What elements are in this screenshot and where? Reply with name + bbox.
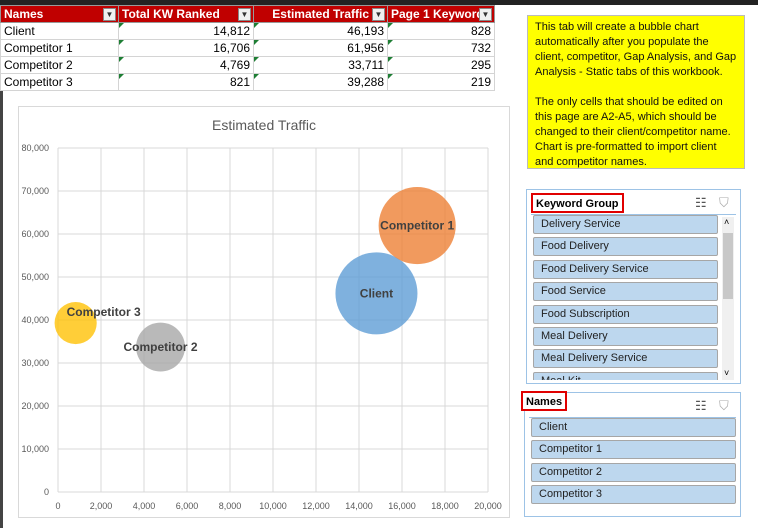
header-total-kw[interactable]: Total KW Ranked ▼ — [118, 5, 254, 23]
x-tick-label: 20,000 — [474, 501, 502, 511]
y-tick-label: 0 — [44, 487, 49, 497]
x-tick-label: 2,000 — [90, 501, 113, 511]
header-names[interactable]: Names ▼ — [0, 5, 119, 23]
x-tick-label: 6,000 — [176, 501, 199, 511]
cell[interactable]: 4,769 — [118, 56, 254, 74]
cell[interactable]: 828 — [387, 22, 495, 40]
bubble-label: Client — [360, 286, 393, 300]
slicer-item[interactable]: Meal Delivery — [533, 327, 718, 346]
slicer-item[interactable]: Food Delivery Service — [533, 259, 718, 279]
cell[interactable]: 295 — [387, 56, 495, 74]
x-tick-label: 16,000 — [388, 501, 416, 511]
x-tick-label: 4,000 — [133, 501, 156, 511]
instruction-note[interactable]: This tab will create a bubble chart auto… — [527, 15, 745, 169]
cell[interactable]: 821 — [118, 73, 254, 91]
slicer-items: Delivery Service Food Delivery Food Delive… — [527, 190, 722, 380]
x-tick-label: 14,000 — [345, 501, 373, 511]
scroll-down-icon[interactable]: ˅ — [724, 368, 729, 378]
keyword-group-slicer: Keyword Group ☷ ⛉ Delivery Service Food D… — [526, 189, 741, 384]
cell[interactable]: 46,193 — [253, 22, 388, 40]
table-row: Competitor 2 4,769 33,711 295 — [0, 56, 495, 74]
y-tick-label: 10,000 — [21, 444, 49, 454]
slicer-item[interactable]: Competitor 2 — [531, 462, 736, 482]
slicer-item[interactable]: Food Delivery — [533, 237, 718, 257]
y-tick-label: 70,000 — [21, 186, 49, 196]
filter-dropdown-icon[interactable]: ▼ — [238, 8, 251, 21]
cell[interactable]: Competitor 3 — [0, 73, 119, 91]
y-tick-label: 50,000 — [21, 272, 49, 282]
y-tick-label: 80,000 — [21, 143, 49, 153]
bubble-label: Competitor 3 — [67, 305, 141, 319]
row-header-edge — [0, 90, 3, 528]
cell[interactable]: 39,288 — [253, 73, 388, 91]
multi-select-icon[interactable]: ☷ — [695, 398, 707, 414]
slicer-item[interactable]: Competitor 1 — [531, 440, 736, 460]
slicer-item[interactable]: Food Service — [533, 282, 718, 302]
slicer-item[interactable]: Delivery Service — [533, 215, 718, 234]
slicer-item[interactable]: Meal Delivery Service — [533, 349, 718, 369]
slicer-item[interactable]: Competitor 3 — [531, 485, 736, 505]
filter-dropdown-icon[interactable]: ▼ — [479, 8, 492, 21]
x-tick-label: 12,000 — [302, 501, 330, 511]
slicer-item[interactable]: Meal Kit — [533, 371, 718, 380]
x-tick-label: 8,000 — [219, 501, 242, 511]
y-tick-label: 20,000 — [21, 401, 49, 411]
filter-dropdown-icon[interactable]: ▼ — [103, 8, 116, 21]
table-row: Competitor 3 821 39,288 219 — [0, 73, 495, 91]
filter-dropdown-icon[interactable]: ▼ — [372, 8, 385, 21]
scrollbar-thumb[interactable] — [723, 233, 733, 299]
table-header-row: Names ▼ Total KW Ranked ▼ Estimated Traffi… — [0, 5, 495, 23]
note-paragraph: This tab will create a bubble chart auto… — [535, 21, 737, 78]
y-tick-label: 60,000 — [21, 229, 49, 239]
table-row: Competitor 1 16,706 61,956 732 — [0, 39, 495, 57]
cell[interactable]: 33,711 — [253, 56, 388, 74]
header-estimated-traffic[interactable]: Estimated Traffic ▼ — [253, 5, 388, 23]
cell[interactable]: 732 — [387, 39, 495, 57]
header-page1-keywords[interactable]: Page 1 Keywords ▼ — [387, 5, 495, 23]
bubble-label: Competitor 1 — [380, 219, 454, 233]
plot-area: 0 2,000 4,000 6,000 8,000 10,000 12,000 14,000 1… — [21, 143, 502, 511]
cell[interactable]: 219 — [387, 73, 495, 91]
names-slicer: Names ☷ ⛉ Client Competitor 1 Competitor 2… — [521, 391, 741, 517]
note-paragraph: The only cells that should be edited on … — [535, 96, 731, 168]
cell[interactable]: 16,706 — [118, 39, 254, 57]
bubble-label: Competitor 2 — [124, 340, 198, 354]
x-tick-label: 10,000 — [259, 501, 287, 511]
x-tick-label: 18,000 — [431, 501, 459, 511]
x-tick-label: 0 — [55, 501, 60, 511]
cell[interactable]: Competitor 2 — [0, 56, 119, 74]
cell[interactable]: 14,812 — [118, 22, 254, 40]
cell[interactable]: 61,956 — [253, 39, 388, 57]
y-tick-label: 40,000 — [21, 315, 49, 325]
cell[interactable]: Competitor 1 — [0, 39, 119, 57]
scroll-up-icon[interactable]: ˄ — [724, 217, 729, 227]
y-tick-label: 30,000 — [21, 358, 49, 368]
cell[interactable]: Client — [0, 22, 119, 40]
slicer-item[interactable]: Food Subscription — [533, 304, 718, 324]
table-row: Client 14,812 46,193 828 — [0, 22, 495, 40]
data-table: Names ▼ Total KW Ranked ▼ Estimated Traffi… — [0, 5, 495, 91]
slicer-item[interactable]: Client — [531, 418, 736, 437]
scrollbar[interactable]: ˄ ˅ — [722, 217, 734, 380]
slicer-title: Names — [521, 391, 568, 411]
bubble-chart[interactable]: Estimated Traffic 0 2,000 4,000 6,000 8,000 1… — [18, 106, 510, 518]
clear-filter-icon[interactable]: ⛉ — [719, 398, 729, 414]
